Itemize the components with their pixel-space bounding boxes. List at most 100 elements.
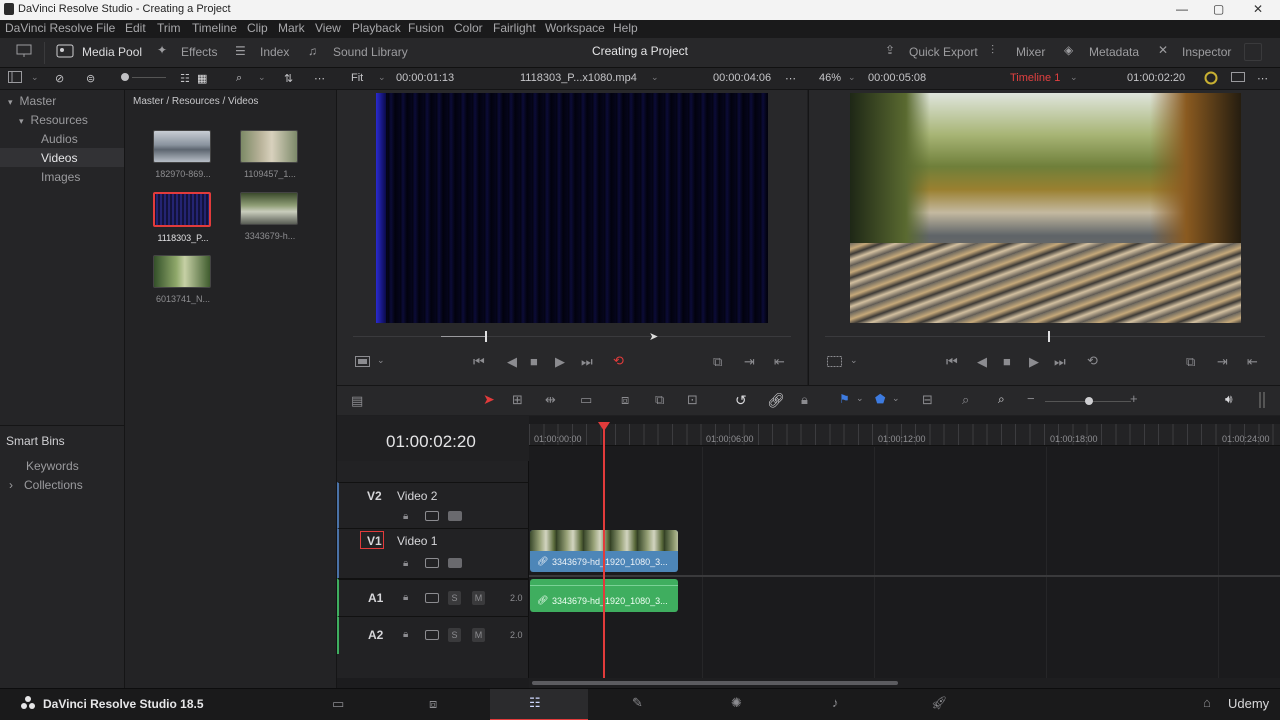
marker-icon[interactable]: ⬟ — [875, 392, 885, 406]
edit-page-tab-active[interactable]: ☷ — [490, 689, 588, 720]
menu-file[interactable]: File — [96, 21, 115, 35]
sound-library-icon[interactable]: ♫ — [308, 44, 317, 58]
flag-icon[interactable]: ⚑ — [839, 392, 850, 406]
audio-meter-icon[interactable] — [1259, 392, 1265, 408]
sort-icon[interactable]: ⇅ — [284, 72, 293, 85]
smart-bin-keywords[interactable]: Keywords — [26, 459, 79, 473]
volume-icon[interactable]: 🔊︎ — [1225, 392, 1233, 407]
media-clip[interactable]: 3343679-h... — [240, 192, 300, 241]
trim-tool-icon[interactable]: ⊞ — [512, 392, 523, 408]
track-name[interactable]: Video 1 — [397, 534, 437, 548]
chevron-down-icon[interactable]: ▾ — [8, 97, 13, 107]
more-options-icon[interactable]: ⋯ — [785, 72, 796, 85]
viewer-mode-icon[interactable] — [1231, 71, 1245, 86]
auto-track-icon[interactable] — [425, 558, 439, 568]
smart-bin-icon[interactable]: ⊜ — [86, 72, 95, 85]
smart-bin-collections[interactable]: › Collections — [9, 478, 83, 492]
metadata-icon[interactable]: ◈ — [1064, 43, 1073, 57]
jump-end-icon[interactable]: ⏭ — [1054, 354, 1066, 370]
menu-view[interactable]: View — [315, 21, 341, 35]
media-clip-selected[interactable]: 1118303_P... — [153, 192, 213, 243]
media-clip[interactable]: 6013741_N... — [153, 255, 213, 304]
overwrite-clip-icon[interactable]: ⧉ — [655, 392, 664, 408]
enable-track-icon[interactable] — [448, 511, 462, 521]
bin-audios[interactable]: Audios — [41, 132, 78, 146]
menu-fairlight[interactable]: Fairlight — [493, 21, 536, 35]
track-v1[interactable]: V1 Video 1 🔒︎ — [337, 528, 529, 578]
inspector-button[interactable]: Inspector — [1182, 45, 1231, 59]
lock-icon[interactable]: 🔒︎ — [403, 558, 408, 569]
lock-icon[interactable]: 🔒︎ — [403, 592, 408, 603]
zoom-out-icon[interactable]: − — [1027, 391, 1035, 406]
mark-out-icon[interactable]: ⇤ — [1247, 354, 1258, 370]
bin-master[interactable]: ▾ Master — [8, 94, 56, 108]
solo-button[interactable]: S — [448, 591, 461, 605]
auto-track-icon[interactable] — [425, 630, 439, 640]
chevron-down-icon[interactable]: ⌄ — [31, 72, 39, 83]
zoom-in-icon[interactable]: + — [1130, 391, 1138, 406]
stop-icon[interactable]: ■ — [530, 354, 538, 369]
loop-icon[interactable]: ⟲ — [613, 353, 624, 369]
menu-color[interactable]: Color — [454, 21, 483, 35]
cut-page-icon[interactable]: ⧈ — [429, 696, 437, 712]
source-playhead[interactable] — [485, 331, 487, 342]
timeline-scrollbar[interactable] — [529, 678, 1280, 688]
menu-playback[interactable]: Playback — [352, 21, 401, 35]
replace-clip-icon[interactable]: ⊡ — [687, 392, 698, 408]
linked-selection-icon[interactable]: 🔗︎ — [767, 392, 785, 409]
chevron-down-icon[interactable]: ⌄ — [651, 72, 659, 83]
play-icon[interactable]: ▶ — [555, 354, 565, 370]
zoom-slider-handle[interactable] — [1085, 397, 1093, 405]
lock-icon[interactable]: 🔒︎ — [403, 629, 408, 640]
enable-track-icon[interactable] — [448, 558, 462, 568]
match-frame-icon[interactable]: ⧉ — [1186, 354, 1195, 370]
panel-toggle-icon[interactable] — [8, 71, 22, 86]
menu-clip[interactable]: Clip — [247, 21, 268, 35]
close-icon[interactable]: ✕ — [1253, 2, 1263, 16]
insert-clip-icon[interactable]: ⧈ — [621, 392, 629, 408]
source-scrubber-track[interactable] — [353, 336, 791, 337]
bin-icon[interactable]: ⊘ — [55, 72, 64, 85]
match-frame-icon[interactable]: ⧉ — [713, 354, 722, 370]
play-reverse-icon[interactable]: ◀ — [507, 354, 517, 370]
index-button[interactable]: Index — [260, 45, 289, 59]
chevron-right-icon[interactable]: › — [9, 478, 13, 492]
workspace-icon[interactable] — [16, 44, 32, 61]
chevron-down-icon[interactable]: ⌄ — [848, 72, 856, 83]
zoom-full-icon[interactable]: ⊟ — [922, 392, 933, 408]
zoom-custom-icon[interactable]: ⌕ — [998, 392, 1005, 407]
index-icon[interactable]: ☰ — [235, 44, 246, 58]
play-reverse-icon[interactable]: ◀ — [977, 354, 987, 370]
menu-help[interactable]: Help — [613, 21, 638, 35]
menu-timeline[interactable]: Timeline — [192, 21, 237, 35]
inspector-icon[interactable]: ✕ — [1158, 43, 1168, 57]
source-clip-name[interactable]: 1118303_P...x1080.mp4 — [520, 72, 637, 84]
metadata-button[interactable]: Metadata — [1089, 45, 1139, 59]
more-options-icon[interactable]: ⋯ — [1257, 72, 1268, 85]
chevron-down-icon[interactable]: ⌄ — [1070, 72, 1078, 83]
grid-view-icon[interactable]: ▦ — [197, 72, 207, 85]
program-playhead[interactable] — [1048, 331, 1050, 342]
mute-button[interactable]: M — [472, 628, 485, 642]
snapping-icon[interactable]: ↺ — [735, 392, 747, 409]
dynamic-trim-icon[interactable]: ⇹ — [545, 392, 556, 408]
stop-icon[interactable]: ■ — [1003, 354, 1011, 369]
jump-start-icon[interactable]: ⏮ — [473, 354, 485, 370]
sound-library-button[interactable]: Sound Library — [333, 45, 408, 59]
jump-end-icon[interactable]: ⏭ — [581, 354, 593, 370]
menu-workspace[interactable]: Workspace — [545, 21, 605, 35]
program-zoom-select[interactable]: 46% — [819, 72, 841, 84]
fusion-page-icon[interactable]: ✎ — [632, 695, 643, 711]
chevron-down-icon[interactable]: ⌄ — [856, 393, 864, 404]
mixer-icon[interactable]: ⫶ — [991, 43, 994, 58]
quick-export-button[interactable]: Quick Export — [909, 45, 978, 59]
chevron-down-icon[interactable]: ▾ — [19, 116, 24, 126]
thumbnail-size-slider[interactable] — [121, 73, 129, 81]
more-options-icon[interactable]: ⋯ — [314, 72, 325, 85]
minimize-icon[interactable]: — — [1176, 2, 1188, 16]
chevron-down-icon[interactable]: ⌄ — [378, 72, 386, 83]
track-name[interactable]: Video 2 — [397, 489, 437, 503]
playhead-line[interactable] — [603, 428, 605, 678]
fairlight-page-icon[interactable]: ♪ — [832, 695, 839, 710]
bin-videos[interactable]: Videos — [41, 151, 77, 165]
